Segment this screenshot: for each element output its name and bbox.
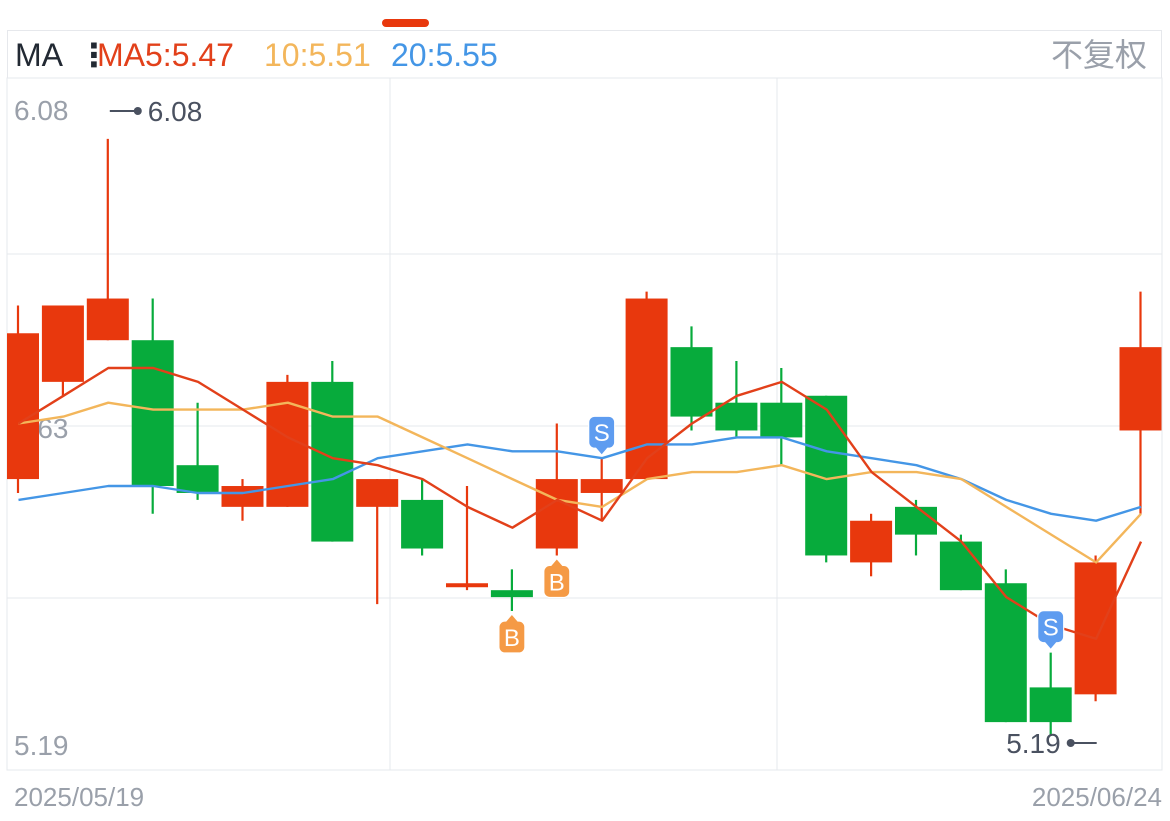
- y-tick-label-2: 5.19: [14, 730, 69, 761]
- svg-text:B: B: [549, 569, 565, 596]
- candle-body[interactable]: [1119, 347, 1162, 431]
- candle-body[interactable]: [535, 479, 578, 549]
- candle-body[interactable]: [984, 583, 1027, 723]
- min-price-dot: [1066, 739, 1075, 747]
- candle-body[interactable]: [131, 340, 174, 487]
- candle-body[interactable]: [401, 499, 444, 549]
- sell-signal-marker[interactable]: S: [588, 415, 616, 455]
- x-axis-end-date: 2025/06/24: [1031, 782, 1162, 812]
- candle-body[interactable]: [490, 590, 533, 598]
- candle-body[interactable]: [356, 479, 399, 507]
- candle-body[interactable]: [221, 486, 264, 507]
- svg-text:B: B: [504, 625, 520, 652]
- candle-body[interactable]: [86, 298, 129, 341]
- candle-body[interactable]: [446, 583, 488, 588]
- candlestick-chart[interactable]: 6.085.635.19BBSS6.085.19: [0, 0, 1170, 821]
- buy-signal-marker[interactable]: B: [498, 615, 526, 654]
- candle-body[interactable]: [715, 402, 758, 431]
- candle-body[interactable]: [1029, 687, 1072, 723]
- candle-body[interactable]: [625, 298, 668, 480]
- candle-body[interactable]: [1074, 562, 1117, 695]
- candle-body[interactable]: [176, 465, 219, 493]
- min-price-label: 5.19: [1006, 728, 1061, 759]
- candle-body[interactable]: [850, 520, 893, 563]
- candle-body[interactable]: [41, 305, 84, 382]
- candle-body[interactable]: [0, 333, 39, 480]
- candle-body[interactable]: [311, 381, 354, 542]
- candle-body[interactable]: [760, 402, 803, 438]
- candle-body[interactable]: [895, 506, 937, 535]
- svg-text:S: S: [594, 420, 610, 447]
- candle-body[interactable]: [670, 347, 713, 417]
- candle-body[interactable]: [939, 541, 982, 591]
- candle-body[interactable]: [580, 479, 623, 493]
- max-price-label: 6.08: [148, 96, 203, 127]
- buy-signal-marker[interactable]: B: [543, 559, 571, 599]
- sell-signal-marker[interactable]: S: [1037, 610, 1065, 649]
- svg-text:S: S: [1043, 615, 1059, 642]
- x-axis-start-date: 2025/05/19: [14, 782, 145, 812]
- y-tick-label-0: 6.08: [14, 95, 69, 126]
- max-price-dot: [133, 107, 142, 115]
